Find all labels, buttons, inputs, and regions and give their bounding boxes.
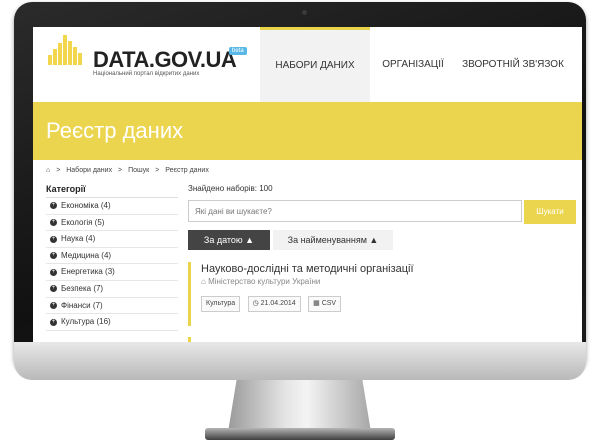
- breadcrumb-separator: >: [56, 167, 61, 174]
- category-item-culture[interactable]: + Культура (16): [46, 314, 178, 331]
- plus-icon: +: [50, 268, 57, 276]
- category-tag[interactable]: Культура: [201, 296, 241, 312]
- dataset-organization[interactable]: ⌂ Міністерство культури України: [201, 277, 576, 286]
- page-banner: Реєстр даних: [33, 102, 582, 160]
- beta-badge: beta: [229, 47, 247, 55]
- breadcrumb-separator: >: [155, 167, 160, 174]
- breadcrumb: ⌂ > Набори даних > Пошук > Реєстр даних: [46, 161, 213, 181]
- nav-organizations[interactable]: ОРГАНІЗАЦІЇ: [373, 27, 453, 102]
- logo-title[interactable]: DATA.GOV.UA: [93, 47, 237, 73]
- plus-icon: +: [50, 301, 57, 309]
- category-item-medicine[interactable]: + Медицина (4): [46, 248, 178, 265]
- plus-icon: +: [50, 252, 57, 260]
- dataset-tags: Культура ◷ 21.04.2014 ▦ CSV: [201, 292, 576, 312]
- header: DATA.GOV.UA beta Національний портал від…: [33, 27, 582, 102]
- category-item-energy[interactable]: + Енергетика (3): [46, 264, 178, 281]
- nav-datasets[interactable]: НАБОРИ ДАНИХ: [260, 27, 370, 102]
- plus-icon: +: [50, 318, 57, 326]
- home-icon: ⌂: [201, 277, 209, 286]
- results-panel: Знайдено наборів: 100 Шукати За датою ▲ …: [188, 182, 578, 342]
- plus-icon: +: [50, 285, 57, 293]
- category-item-economy[interactable]: + Економіка (4): [46, 198, 178, 215]
- results-count: Знайдено наборів: 100: [188, 184, 273, 193]
- table-icon: ▦: [313, 300, 322, 307]
- screen: DATA.GOV.UA beta Національний портал від…: [33, 27, 582, 342]
- date-tag: ◷ 21.04.2014: [247, 296, 301, 312]
- search-input[interactable]: [188, 200, 522, 222]
- category-item-security[interactable]: + Безпека (7): [46, 281, 178, 298]
- category-heading: Категорії: [46, 184, 178, 198]
- logo-subtitle: Національний портал відкритих даних: [93, 71, 200, 77]
- monitor-stand: [228, 380, 371, 432]
- category-sidebar: Категорії + Економіка (4) + Екологія (5) +…: [46, 184, 178, 331]
- plus-icon: +: [50, 202, 57, 210]
- monitor-chin: [14, 342, 586, 380]
- monitor-base: [205, 428, 395, 440]
- breadcrumb-current: Реєстр даних: [165, 167, 209, 174]
- format-tag[interactable]: ▦ CSV: [308, 296, 342, 312]
- category-item-finance[interactable]: + Фінанси (7): [46, 298, 178, 315]
- dataset-item: Науково-дослідні та методичні організаці…: [188, 262, 576, 326]
- breadcrumb-search[interactable]: Пошук: [128, 167, 149, 174]
- dataset-item-next-marker: [188, 337, 191, 342]
- sort-by-name-button[interactable]: За найменуванням ▲: [273, 230, 393, 250]
- plus-icon: +: [50, 235, 57, 243]
- sort-by-date-button[interactable]: За датою ▲: [188, 230, 270, 250]
- home-icon[interactable]: ⌂: [46, 167, 50, 174]
- sort-controls: За датою ▲ За найменуванням ▲: [188, 230, 578, 260]
- page-title: Реєстр даних: [46, 118, 184, 143]
- clock-icon: ◷: [252, 300, 261, 307]
- search-button[interactable]: Шукати: [524, 200, 576, 224]
- dataset-title[interactable]: Науково-дослідні та методичні організаці…: [201, 263, 576, 275]
- category-item-science[interactable]: + Наука (4): [46, 231, 178, 248]
- nav-feedback[interactable]: ЗВОРОТНІЙ ЗВ'ЯЗОК: [453, 27, 573, 102]
- breadcrumb-datasets[interactable]: Набори даних: [66, 167, 112, 174]
- category-item-ecology[interactable]: + Екологія (5): [46, 215, 178, 232]
- monitor-mockup: DATA.GOV.UA beta Національний портал від…: [0, 0, 599, 442]
- breadcrumb-separator: >: [118, 167, 123, 174]
- plus-icon: +: [50, 218, 57, 226]
- logo-icon[interactable]: [48, 35, 86, 65]
- search-bar: Шукати: [188, 200, 578, 224]
- webcam: [302, 10, 307, 15]
